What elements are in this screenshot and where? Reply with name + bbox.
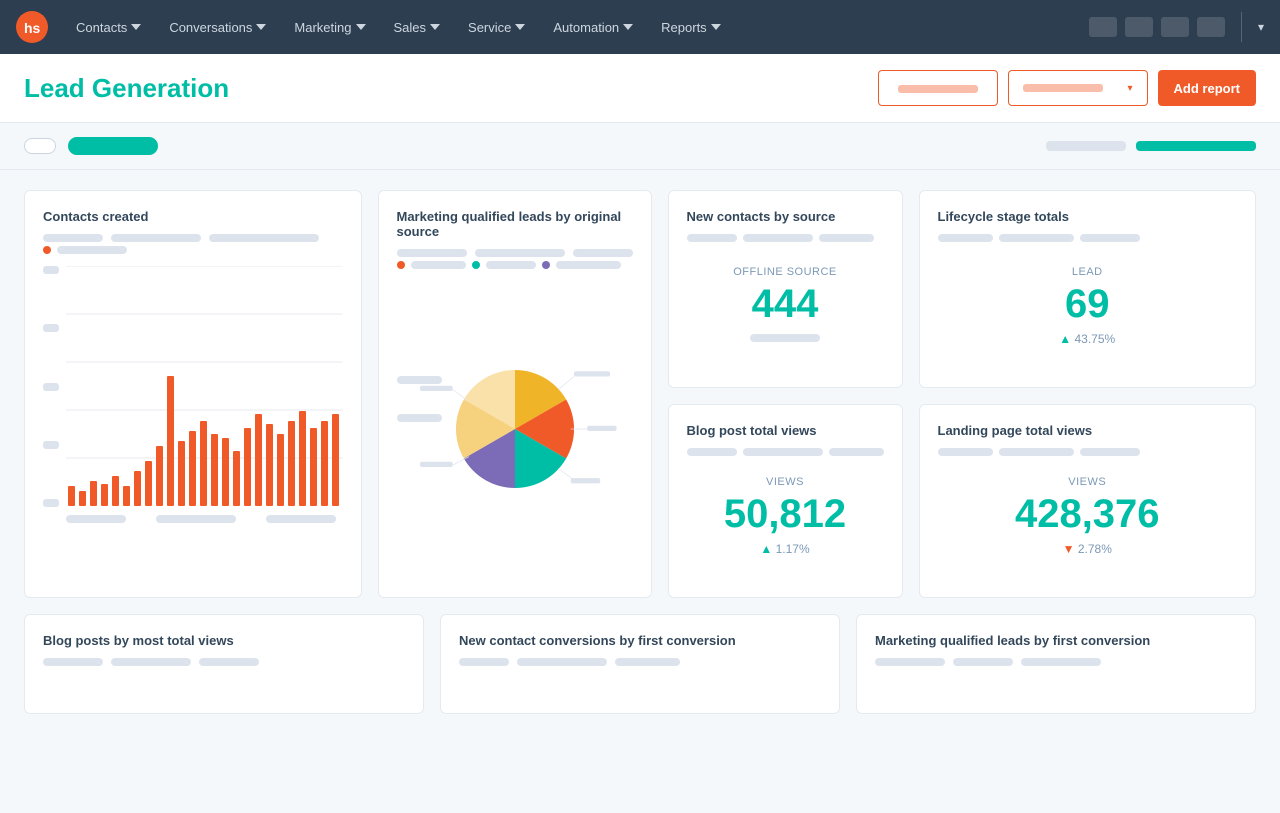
nav-service[interactable]: Service — [456, 0, 537, 54]
main-nav: hs Contacts Conversations Marketing Sale… — [0, 0, 1280, 54]
nav-marketing[interactable]: Marketing — [282, 0, 377, 54]
blog-views-title: Blog post total views — [687, 423, 884, 438]
landing-views-change: ▼ 2.78% — [938, 542, 1238, 556]
mql-first-title: Marketing qualified leads by first conve… — [875, 633, 1237, 648]
nav-utility-icons: ▾ — [1089, 12, 1264, 42]
landing-views-card: Landing page total views VIEWS 428,376 ▼… — [919, 404, 1257, 598]
nav-reports[interactable]: Reports — [649, 0, 733, 54]
page-header: Lead Generation ▾ Add report — [0, 54, 1280, 123]
mql-first-card: Marketing qualified leads by first conve… — [856, 614, 1256, 714]
bar-chart-svg — [66, 266, 343, 506]
pie-area — [397, 279, 633, 579]
bar-chart-area — [43, 266, 343, 527]
filter-active-pill[interactable] — [68, 137, 158, 155]
main-grid: Contacts created — [24, 190, 1256, 598]
blog-posts-card: Blog posts by most total views — [24, 614, 424, 714]
landing-views-value: 428,376 — [938, 494, 1238, 534]
date-range-button[interactable] — [878, 70, 998, 106]
contacts-created-title: Contacts created — [43, 209, 343, 224]
blog-posts-title: Blog posts by most total views — [43, 633, 405, 648]
nav-help-icon[interactable] — [1125, 17, 1153, 37]
contacts-created-card: Contacts created — [24, 190, 362, 598]
new-contacts-source-card: New contacts by source OFFLINE SOURCE 44… — [668, 190, 903, 388]
source-label: OFFLINE SOURCE — [687, 266, 884, 278]
landing-views-title: Landing page total views — [938, 423, 1238, 438]
source-bar — [750, 334, 820, 342]
blog-views-card: Blog post total views VIEWS 50,812 ▲ 1.1… — [668, 404, 903, 598]
new-contacts-title: New contacts by source — [687, 209, 884, 224]
svg-text:hs: hs — [24, 20, 41, 36]
nav-conversations[interactable]: Conversations — [157, 0, 278, 54]
nav-sales[interactable]: Sales — [382, 0, 453, 54]
header-actions: ▾ Add report — [878, 70, 1256, 106]
filter-control-1 — [1046, 141, 1126, 151]
mql-source-card: Marketing qualified leads by original so… — [378, 190, 652, 598]
nav-search-icon[interactable] — [1089, 17, 1117, 37]
filter-right-controls — [1046, 141, 1256, 151]
nav-automation[interactable]: Automation — [541, 0, 645, 54]
add-report-button[interactable]: Add report — [1158, 70, 1256, 106]
blog-views-change: ▲ 1.17% — [687, 542, 884, 556]
blog-views-label: VIEWS — [687, 476, 884, 488]
blog-views-value: 50,812 — [687, 494, 884, 534]
filter-bar — [0, 123, 1280, 170]
lifecycle-card: Lifecycle stage totals LEAD 69 ▲ 43.75% — [919, 190, 1257, 388]
cc-legend-row1 — [43, 234, 343, 242]
hubspot-logo[interactable]: hs — [16, 11, 48, 43]
lifecycle-value: 69 — [938, 284, 1238, 324]
filter-control-2 — [1136, 141, 1256, 151]
page-title: Lead Generation — [24, 73, 878, 104]
lifecycle-title: Lifecycle stage totals — [938, 209, 1238, 224]
dashboard-main: Contacts created — [0, 170, 1280, 734]
nav-settings-icon[interactable] — [1161, 17, 1189, 37]
nav-notifications-icon[interactable] — [1197, 17, 1225, 37]
nav-divider — [1241, 12, 1242, 42]
mql-source-title: Marketing qualified leads by original so… — [397, 209, 633, 239]
contact-conversions-title: New contact conversions by first convers… — [459, 633, 821, 648]
filter-button[interactable]: ▾ — [1008, 70, 1148, 106]
lifecycle-change: ▲ 43.75% — [938, 332, 1238, 346]
nav-contacts[interactable]: Contacts — [64, 0, 153, 54]
landing-views-label: VIEWS — [938, 476, 1238, 488]
cc-legend-row2 — [43, 246, 343, 254]
contact-conversions-card: New contact conversions by first convers… — [440, 614, 840, 714]
lifecycle-stage-label: LEAD — [938, 266, 1238, 278]
bottom-row: Blog posts by most total views New conta… — [24, 614, 1256, 714]
mql-pie-svg — [397, 279, 633, 579]
nav-account-chevron[interactable]: ▾ — [1258, 20, 1264, 34]
source-value: 444 — [687, 284, 884, 324]
filter-all[interactable] — [24, 138, 56, 154]
